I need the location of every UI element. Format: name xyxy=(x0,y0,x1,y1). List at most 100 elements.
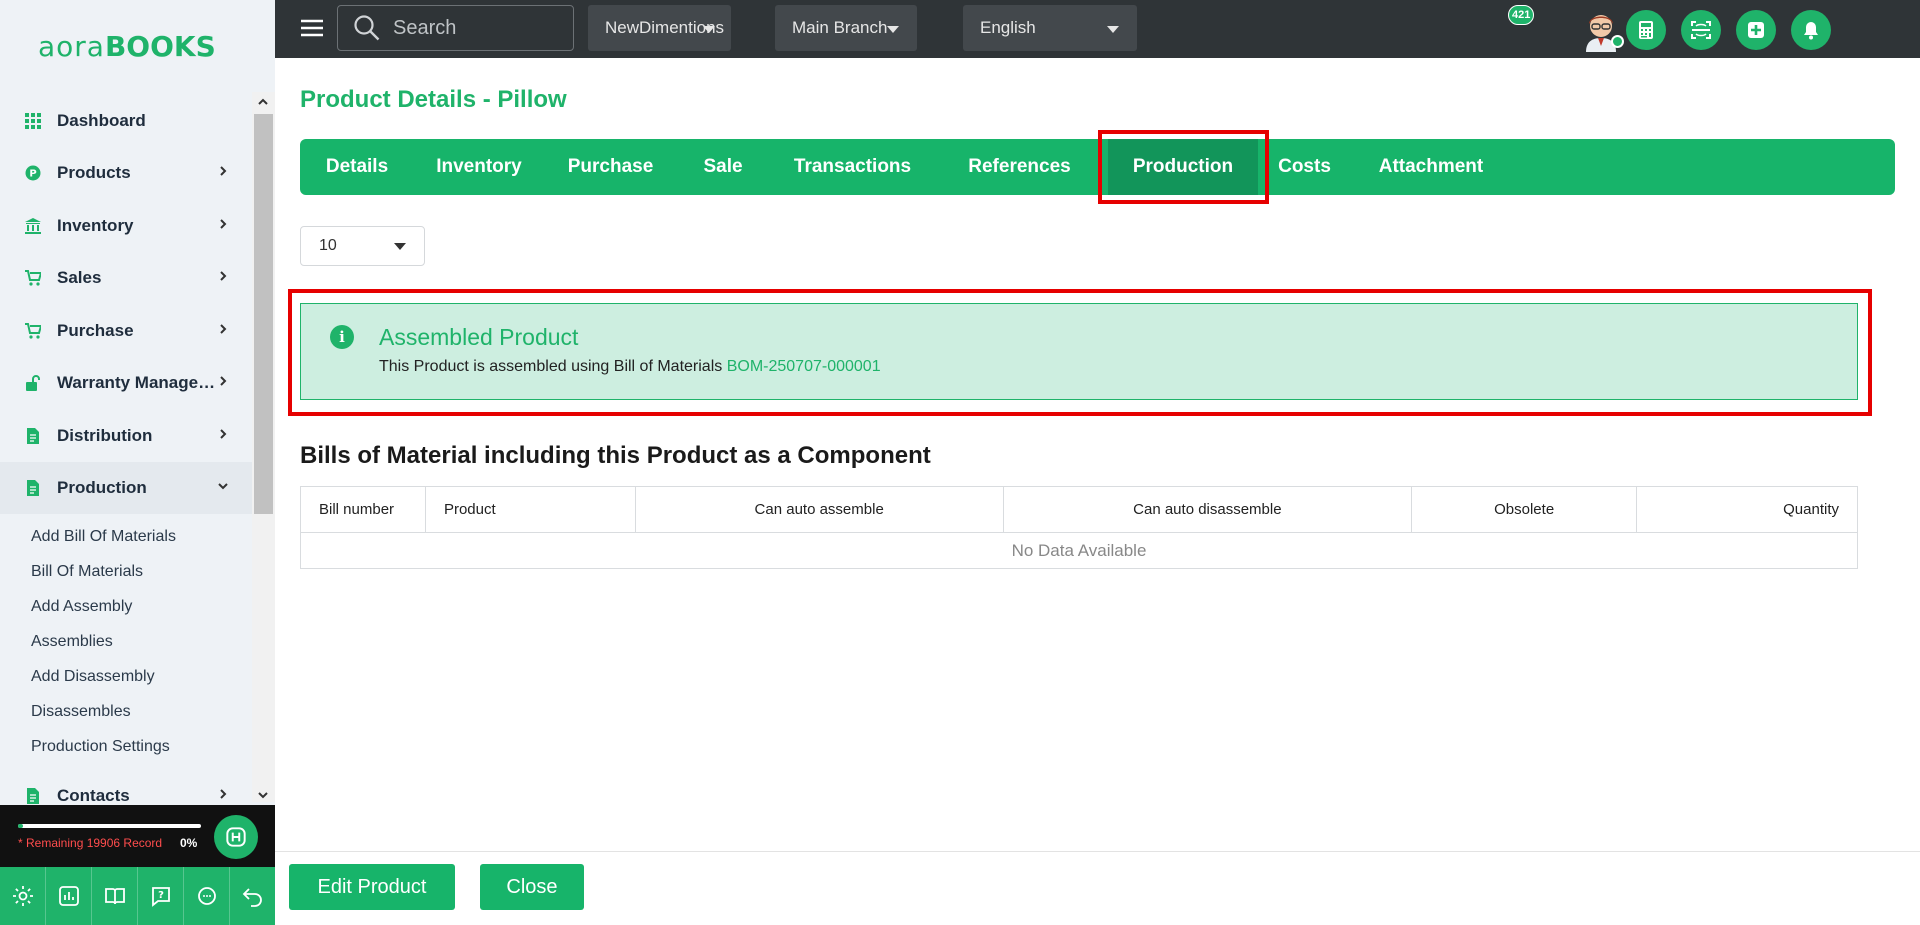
unlock-icon xyxy=(24,374,42,392)
bom-table: Bill number Product Can auto assemble Ca… xyxy=(300,486,1858,569)
help-button[interactable]: ? xyxy=(138,867,184,925)
quick-add-button[interactable] xyxy=(1736,10,1776,50)
chip-icon xyxy=(226,827,246,847)
chevron-down-icon xyxy=(218,483,228,490)
sidebar-item-dashboard[interactable]: Dashboard xyxy=(0,95,252,147)
record-progress-track xyxy=(18,824,201,828)
sidebar-item-label: Warranty Management xyxy=(57,373,217,392)
bom-section-title: Bills of Material including this Product… xyxy=(300,442,931,469)
scroll-up-icon[interactable] xyxy=(256,95,270,109)
column-header-bill-number[interactable]: Bill number xyxy=(300,486,426,533)
sidebar-item-label: Dashboard xyxy=(57,111,146,130)
sidebar-item-products[interactable]: P Products xyxy=(0,147,252,199)
table-row: No Data Available xyxy=(300,532,1858,569)
svg-text:?: ? xyxy=(158,890,164,901)
record-percent: 0% xyxy=(180,836,198,850)
upgrade-button[interactable] xyxy=(214,815,258,859)
edit-product-button[interactable]: Edit Product xyxy=(289,864,455,910)
sidebar-item-distribution[interactable]: Distribution xyxy=(0,410,252,462)
tab-inventory[interactable]: Inventory xyxy=(414,139,544,195)
notifications-button[interactable] xyxy=(1791,10,1831,50)
logo-text-2: BOOKS xyxy=(104,30,216,63)
tab-attachment[interactable]: Attachment xyxy=(1351,139,1511,195)
bank-icon xyxy=(24,217,42,235)
page-title: Product Details - Pillow xyxy=(300,86,567,113)
column-header-can-auto-assemble[interactable]: Can auto assemble xyxy=(634,486,1004,533)
online-status-dot xyxy=(1611,35,1624,48)
search-box xyxy=(337,5,574,51)
no-data-message: No Data Available xyxy=(300,532,1858,569)
chart-icon xyxy=(58,886,79,906)
tab-references[interactable]: References xyxy=(936,139,1103,195)
sidebar-item-contacts[interactable]: Contacts xyxy=(0,770,252,805)
bottom-toolbar: ? xyxy=(0,867,275,925)
book-icon xyxy=(104,888,125,905)
sidebar-subitem-bom[interactable]: Bill Of Materials xyxy=(31,559,143,585)
column-header-obsolete[interactable]: Obsolete xyxy=(1411,486,1638,533)
sidebar-item-sales[interactable]: Sales xyxy=(0,252,252,304)
sidebar-item-label: Products xyxy=(57,163,131,182)
column-header-quantity[interactable]: Quantity xyxy=(1636,486,1858,533)
column-header-can-auto-disassemble[interactable]: Can auto disassemble xyxy=(1002,486,1413,533)
scroll-down-icon[interactable] xyxy=(256,788,270,802)
caret-down-icon xyxy=(1107,26,1119,33)
plus-square-icon xyxy=(1748,22,1764,38)
sidebar-item-production[interactable]: Production xyxy=(0,462,252,514)
tab-costs[interactable]: Costs xyxy=(1258,139,1351,195)
sidebar-subitem-add-assembly[interactable]: Add Assembly xyxy=(31,594,132,620)
chevron-right-icon xyxy=(220,166,227,176)
notification-badge: 421 xyxy=(1508,5,1535,25)
bom-link[interactable]: BOM-250707-000001 xyxy=(727,358,881,375)
sidebar-item-warranty[interactable]: Warranty Management xyxy=(0,357,252,409)
tab-details[interactable]: Details xyxy=(300,139,414,195)
product-icon: P xyxy=(24,164,42,182)
page-size-select[interactable]: 10 xyxy=(300,226,425,266)
calculator-icon xyxy=(1639,21,1653,39)
sidebar-item-label: Production xyxy=(57,478,147,497)
calculator-button[interactable] xyxy=(1626,10,1666,50)
reports-button[interactable] xyxy=(46,867,92,925)
branch-select[interactable]: Main Branch xyxy=(775,5,917,51)
gear-icon xyxy=(12,886,33,906)
sidebar-subitem-add-bom[interactable]: Add Bill Of Materials xyxy=(31,524,176,550)
sidebar-item-label: Purchase xyxy=(57,321,134,340)
chat-button[interactable] xyxy=(184,867,230,925)
caret-down-icon xyxy=(887,26,899,33)
svg-text:P: P xyxy=(29,169,36,180)
chevron-right-icon xyxy=(220,429,227,439)
language-select[interactable]: English xyxy=(963,5,1137,51)
column-header-product[interactable]: Product xyxy=(424,486,636,533)
sidebar-scrollbar-thumb[interactable] xyxy=(254,114,273,514)
search-input[interactable] xyxy=(393,16,553,40)
info-icon: i xyxy=(330,325,354,349)
guide-button[interactable] xyxy=(92,867,138,925)
sidebar-item-inventory[interactable]: Inventory xyxy=(0,200,252,252)
bell-icon xyxy=(1804,22,1818,40)
cart-icon xyxy=(24,269,42,287)
tab-sale[interactable]: Sale xyxy=(677,139,769,195)
sidebar-subitem-production-settings[interactable]: Production Settings xyxy=(31,734,170,760)
caret-down-icon xyxy=(394,243,406,250)
sidebar-item-purchase[interactable]: Purchase xyxy=(0,305,252,357)
document-icon xyxy=(24,427,42,445)
cart-icon xyxy=(24,322,42,340)
grid-icon xyxy=(24,112,42,130)
scan-button[interactable] xyxy=(1681,10,1721,50)
sidebar-subitem-assemblies[interactable]: Assemblies xyxy=(31,629,113,655)
sidebar-subitem-disassembles[interactable]: Disassembles xyxy=(31,699,131,725)
undo-icon xyxy=(242,888,262,907)
back-button[interactable] xyxy=(230,867,275,925)
caret-down-icon xyxy=(703,26,715,33)
hamburger-menu-icon[interactable] xyxy=(301,18,323,38)
chevron-right-icon xyxy=(220,271,227,281)
document-icon xyxy=(24,479,42,497)
tab-transactions[interactable]: Transactions xyxy=(769,139,936,195)
branch-select-value: Main Branch xyxy=(792,18,888,37)
settings-button[interactable] xyxy=(0,867,46,925)
tab-purchase[interactable]: Purchase xyxy=(544,139,677,195)
topbar: NewDimentions Main Branch English xyxy=(275,0,1920,58)
company-select[interactable]: NewDimentions xyxy=(588,5,731,51)
sidebar-subitem-add-disassembly[interactable]: Add Disassembly xyxy=(31,664,155,690)
logo[interactable]: aora BOOKS xyxy=(38,30,216,64)
close-button[interactable]: Close xyxy=(480,864,584,910)
